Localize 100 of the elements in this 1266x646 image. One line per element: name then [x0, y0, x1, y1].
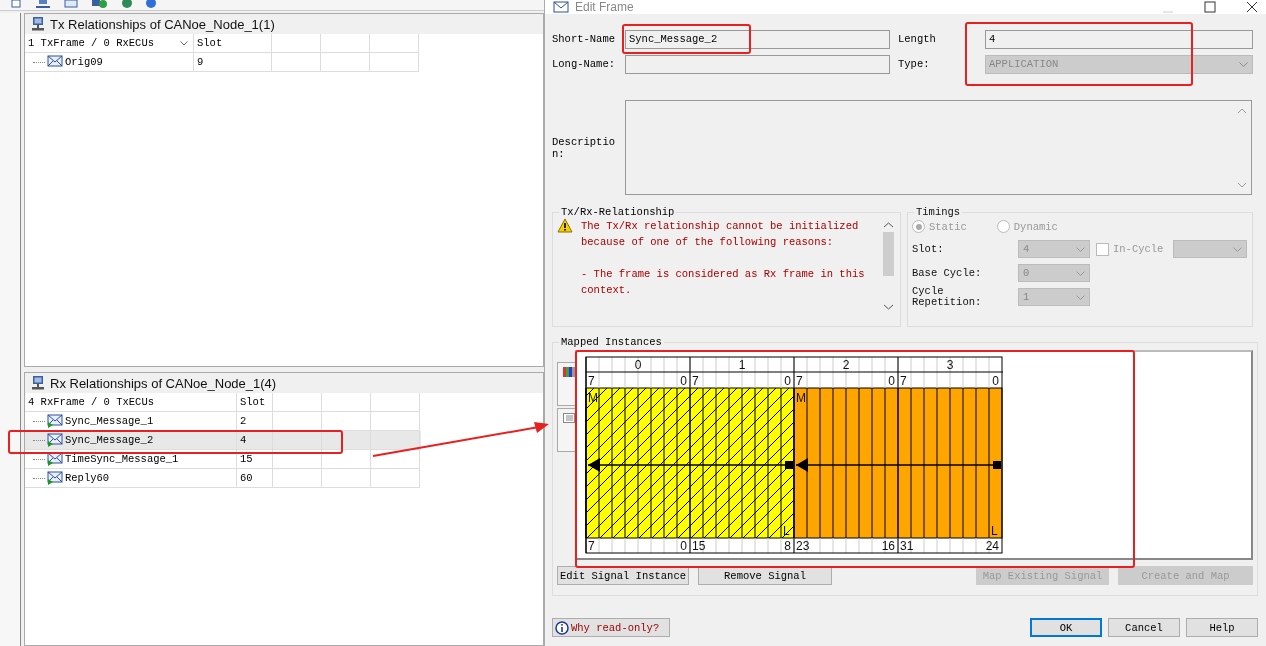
bit-number: 0	[680, 539, 687, 553]
view-tab[interactable]	[557, 362, 575, 406]
byte-number: 0	[634, 358, 642, 372]
bit-number: 7	[588, 539, 595, 553]
bit-number: 0	[680, 374, 687, 388]
document-icon[interactable]	[10, 0, 22, 8]
table-cell	[272, 53, 321, 72]
table-row[interactable]: Sync_Message_2 4	[25, 431, 421, 450]
warning-icon	[557, 218, 573, 233]
field-label: Type:	[898, 58, 931, 70]
chevron-icon	[1239, 61, 1248, 67]
group-title: Tx/Rx-Relationship	[560, 206, 676, 218]
table-cell	[371, 469, 420, 488]
table-cell	[321, 53, 370, 72]
chevron-icon	[1076, 246, 1085, 252]
bit-number: 7	[692, 374, 699, 388]
table-cell	[370, 34, 419, 53]
action-button[interactable]: Edit Signal Instance	[557, 566, 689, 585]
close-icon[interactable]	[1246, 1, 1258, 13]
panel-title: Rx Relationships of CANoe_Node_1(4)	[50, 375, 277, 391]
table-row[interactable]: Orig09 9	[25, 53, 421, 72]
long-name-field[interactable]	[625, 54, 890, 74]
envelope-icon	[47, 433, 63, 447]
frame-name: Orig09	[65, 56, 103, 68]
table-cell	[321, 34, 370, 53]
length-field[interactable]: 4	[985, 29, 1253, 49]
dialog-button[interactable]: OK	[1030, 618, 1102, 637]
bit-number: 23	[796, 539, 810, 553]
byte-number: 1	[738, 358, 746, 372]
table-cell	[371, 393, 420, 412]
table-cell	[273, 393, 322, 412]
bit-number: 7	[796, 374, 803, 388]
view-tab[interactable]	[557, 408, 575, 452]
chevron-icon	[1233, 246, 1243, 252]
group-title: Timings	[915, 206, 962, 218]
lsb-marker: L	[991, 524, 998, 538]
slot-value: 2	[240, 415, 247, 427]
bit-number: 7	[900, 374, 907, 388]
short-name-field[interactable]: Sync_Message_2	[625, 29, 890, 49]
column-header[interactable]: 1 TxFrame / 0 RxECUs	[25, 34, 194, 53]
envelope-icon	[47, 471, 63, 485]
chevron-icon	[1076, 270, 1085, 276]
byte-number: 2	[842, 358, 850, 372]
computer-icon	[31, 17, 45, 31]
field-label: Slot:	[912, 243, 945, 255]
bit-number: 0	[992, 374, 999, 388]
table-cell	[322, 393, 371, 412]
frame-name: Reply60	[65, 472, 110, 484]
bit-number: 15	[692, 539, 706, 553]
dialog-button[interactable]: Cancel	[1108, 618, 1180, 637]
maximize-icon[interactable]	[1204, 1, 1216, 13]
frame-name: TimeSync_Message_1	[65, 453, 179, 465]
color-bars-icon	[563, 367, 575, 377]
bit-number: 24	[985, 539, 999, 553]
description-field[interactable]	[625, 100, 1252, 195]
bit-number: 7	[588, 374, 595, 388]
table-cell	[273, 431, 322, 450]
column-header[interactable]: Slot	[194, 34, 272, 53]
msb-marker: M	[796, 391, 806, 405]
table-cell	[273, 450, 322, 469]
field-label: Length	[898, 33, 937, 45]
chevron-icon	[180, 40, 188, 46]
envelope-icon	[47, 414, 63, 428]
slot-value: 15	[240, 453, 253, 465]
field-label: Short-Name	[552, 33, 616, 45]
envelope-icon	[47, 55, 63, 69]
table-cell	[272, 34, 321, 53]
column-header[interactable]: 4 RxFrame / 0 TxECUs	[25, 393, 237, 412]
list-icon	[563, 413, 575, 423]
msb-marker: M	[588, 391, 598, 405]
window-title: Edit Frame	[575, 0, 634, 14]
field-label: Description:	[552, 135, 616, 160]
bit-number: 0	[784, 374, 791, 388]
column-header[interactable]: Slot	[237, 393, 273, 412]
chevron-icon	[1076, 294, 1085, 300]
frame-name: Sync_Message_1	[65, 415, 154, 427]
panel-title: Tx Relationships of CANoe_Node_1(1)	[50, 16, 275, 32]
table-row[interactable]: TimeSync_Message_1 15	[25, 450, 421, 469]
bit-number: 8	[784, 539, 791, 553]
table-cell	[322, 469, 371, 488]
table-cell	[322, 431, 371, 450]
computer-icon	[31, 376, 45, 390]
field-label: Long-Name:	[552, 58, 616, 70]
monitor-icon[interactable]	[64, 0, 78, 8]
slot-value: 60	[240, 472, 253, 484]
slot-value: 4	[240, 434, 247, 446]
table-cell	[322, 450, 371, 469]
table-cell	[273, 469, 322, 488]
error-message: - The frame is considered as Rx frame in this context.	[581, 267, 866, 298]
slot-value: 9	[197, 56, 204, 68]
table-cell	[370, 53, 419, 72]
why-read-only-button[interactable]: Why read-only?	[552, 618, 670, 637]
group-title: Mapped Instances	[560, 336, 663, 348]
error-message: The Tx/Rx relationship cannot be initialized because of one of the following reasons:	[581, 219, 860, 250]
bit-number: 16	[881, 539, 895, 553]
envelope-icon	[47, 452, 63, 466]
table-cell	[371, 450, 420, 469]
table-row[interactable]: Reply60 60	[25, 469, 421, 488]
dialog-button[interactable]: Help	[1186, 618, 1258, 637]
frame-name: Sync_Message_2	[65, 434, 154, 446]
